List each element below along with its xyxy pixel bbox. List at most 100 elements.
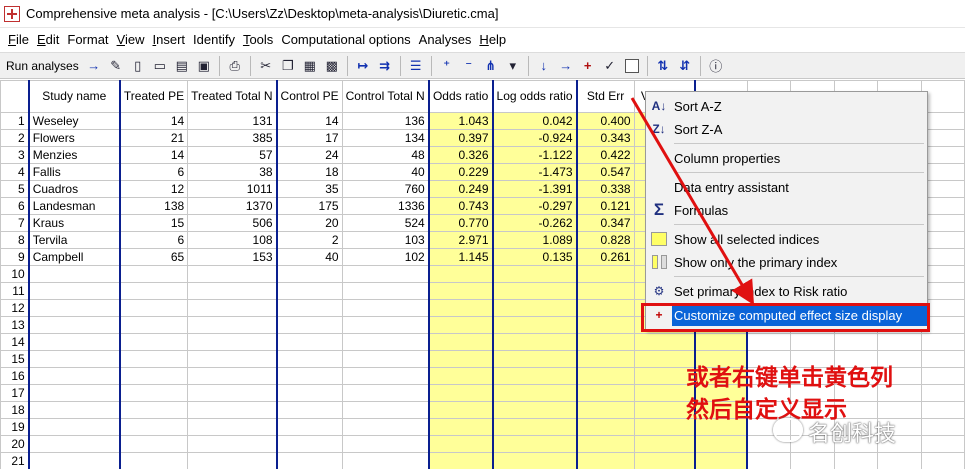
table-cell[interactable] <box>27 299 121 317</box>
insert-row-icon[interactable]: ↦ <box>353 56 373 76</box>
table-cell[interactable] <box>27 265 121 283</box>
table-cell[interactable] <box>341 333 430 351</box>
table-cell[interactable]: 2.971 <box>427 231 494 249</box>
column-header-control-total-n[interactable]: Control Total N <box>341 80 430 113</box>
table-cell[interactable] <box>491 384 578 402</box>
table-cell[interactable] <box>491 367 578 385</box>
table-cell[interactable]: 20 <box>275 214 343 232</box>
table-cell[interactable]: 57 <box>187 146 278 164</box>
menu-item-set-primary-index[interactable]: ⚙ Set primary index to Risk ratio <box>646 280 927 302</box>
table-cell[interactable] <box>187 418 278 436</box>
run-analyses-button[interactable]: Run analyses <box>6 59 79 73</box>
hand-icon[interactable]: ✎ <box>106 56 126 76</box>
table-cell[interactable] <box>341 401 430 419</box>
table-cell[interactable] <box>427 316 494 334</box>
table-cell[interactable] <box>187 299 278 317</box>
row-number[interactable]: 13 <box>0 316 30 334</box>
column-header-std-err[interactable]: Std Err <box>575 80 635 113</box>
table-cell[interactable] <box>27 401 121 419</box>
table-cell[interactable]: 2 <box>275 231 343 249</box>
menu-tools[interactable]: Tools <box>239 30 277 50</box>
table-cell[interactable]: 0.326 <box>427 146 494 164</box>
table-cell[interactable] <box>118 452 189 469</box>
table-cell[interactable] <box>427 384 494 402</box>
table-cell[interactable] <box>27 282 121 300</box>
table-cell[interactable]: 0.249 <box>427 180 494 198</box>
table-cell[interactable]: Flowers <box>27 129 121 147</box>
sort-az-icon[interactable]: ⇅ <box>653 56 673 76</box>
table-cell[interactable] <box>427 367 494 385</box>
column-header-log-odds-ratio[interactable]: Log odds ratio <box>491 80 578 113</box>
menu-view[interactable]: View <box>113 30 149 50</box>
table-cell[interactable] <box>118 282 189 300</box>
table-cell[interactable] <box>27 333 121 351</box>
menu-item-sort-a-z[interactable]: A↓ Sort A-Z <box>646 95 927 117</box>
row-number[interactable]: 5 <box>0 180 30 198</box>
table-cell[interactable]: 0.229 <box>427 163 494 181</box>
table-cell[interactable]: Fallis <box>27 163 121 181</box>
table-cell[interactable]: 48 <box>341 146 430 164</box>
table-cell[interactable] <box>633 435 696 453</box>
table-cell[interactable]: 136 <box>341 112 430 130</box>
table-cell[interactable] <box>187 367 278 385</box>
table-cell[interactable] <box>275 350 343 368</box>
table-cell[interactable] <box>27 350 121 368</box>
table-cell[interactable] <box>118 316 189 334</box>
row-number[interactable]: 2 <box>0 129 30 147</box>
table-cell[interactable] <box>427 350 494 368</box>
row-number[interactable]: 19 <box>0 418 30 436</box>
table-cell[interactable]: 14 <box>118 112 189 130</box>
table-cell[interactable] <box>920 435 965 453</box>
row-number[interactable]: 17 <box>0 384 30 402</box>
table-cell[interactable] <box>341 367 430 385</box>
table-cell[interactable] <box>341 316 430 334</box>
table-cell[interactable] <box>118 384 189 402</box>
table-cell[interactable] <box>746 333 792 351</box>
table-cell[interactable]: 17 <box>275 129 343 147</box>
table-cell[interactable]: Kraus <box>27 214 121 232</box>
cut-icon[interactable]: ✂ <box>256 56 276 76</box>
row-number[interactable]: 14 <box>0 333 30 351</box>
table-cell[interactable] <box>920 452 965 469</box>
table-cell[interactable] <box>118 435 189 453</box>
table-cell[interactable] <box>575 316 635 334</box>
table-cell[interactable] <box>187 401 278 419</box>
table-cell[interactable] <box>118 333 189 351</box>
table-cell[interactable] <box>427 435 494 453</box>
row-number[interactable]: 6 <box>0 197 30 215</box>
table-cell[interactable]: 138 <box>118 197 189 215</box>
table-cell[interactable] <box>27 435 121 453</box>
dropdown-icon[interactable]: ▾ <box>503 56 523 76</box>
column-header-treated-total-n[interactable]: Treated Total N <box>187 80 278 113</box>
table-cell[interactable] <box>575 333 635 351</box>
table-cell[interactable]: 35 <box>275 180 343 198</box>
table-cell[interactable]: 102 <box>341 248 430 266</box>
copy-icon[interactable]: ❐ <box>278 56 298 76</box>
table-cell[interactable]: 38 <box>187 163 278 181</box>
table-cell[interactable] <box>491 452 578 469</box>
table-cell[interactable] <box>187 384 278 402</box>
table-cell[interactable]: 24 <box>275 146 343 164</box>
table-row[interactable]: 14 <box>0 333 965 351</box>
table-cell[interactable]: 0.338 <box>575 180 635 198</box>
table-cell[interactable] <box>633 333 696 351</box>
decimals-increase-icon[interactable]: ⁺ <box>437 56 457 76</box>
row-number[interactable]: 18 <box>0 401 30 419</box>
table-cell[interactable] <box>118 265 189 283</box>
row-number[interactable]: 1 <box>0 112 30 130</box>
table-cell[interactable]: 0.770 <box>427 214 494 232</box>
table-cell[interactable] <box>275 299 343 317</box>
menu-item-sort-z-a[interactable]: Z↓ Sort Z-A <box>646 118 927 140</box>
column-header-control-pe[interactable]: Control PE <box>275 80 343 113</box>
table-cell[interactable] <box>187 452 278 469</box>
column-header-study-name[interactable]: Study name <box>27 80 121 113</box>
table-cell[interactable] <box>427 265 494 283</box>
table-cell[interactable] <box>341 282 430 300</box>
row-number[interactable]: 21 <box>0 452 30 469</box>
row-number[interactable]: 15 <box>0 350 30 368</box>
table-cell[interactable]: 0.347 <box>575 214 635 232</box>
right-arrow-icon[interactable]: → <box>556 56 576 76</box>
effect-size-icon[interactable]: + <box>578 56 598 76</box>
table-cell[interactable] <box>575 384 635 402</box>
table-cell[interactable] <box>275 452 343 469</box>
